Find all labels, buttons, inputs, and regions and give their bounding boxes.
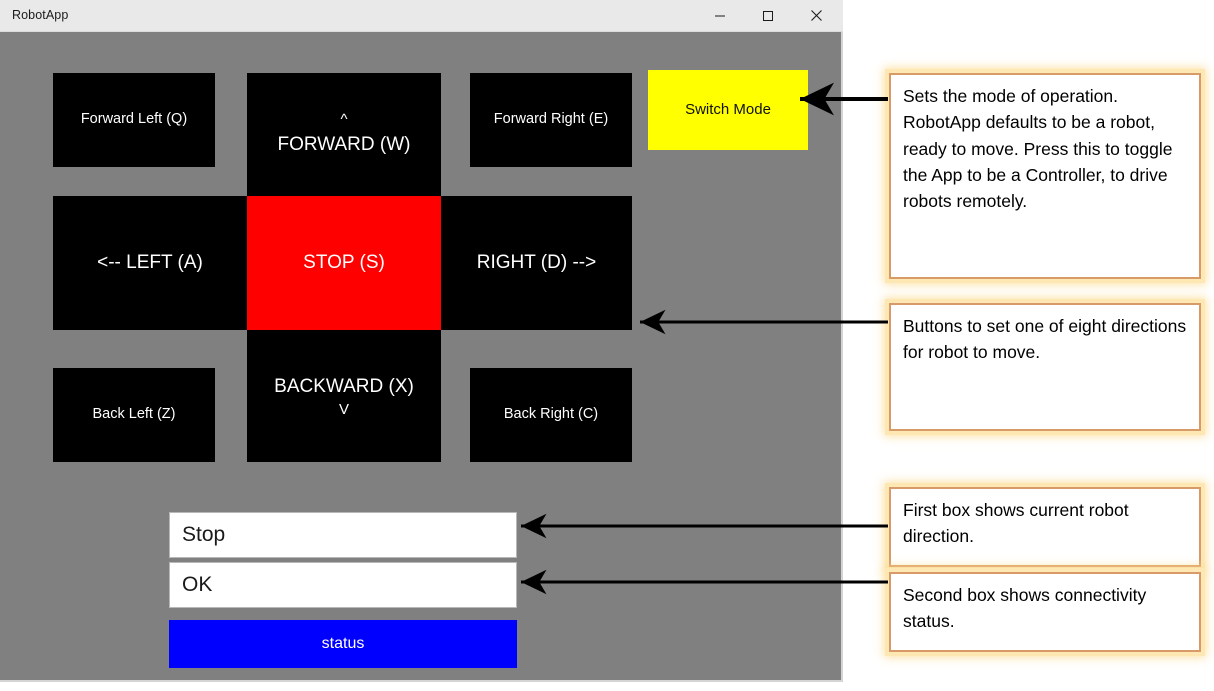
stop-label: STOP (S): [303, 252, 385, 274]
back-left-button[interactable]: Back Left (Z): [53, 368, 215, 462]
up-caret-icon: ^: [340, 111, 348, 129]
down-caret-icon: V: [338, 401, 349, 419]
maximize-button[interactable]: [745, 0, 791, 31]
stop-button[interactable]: STOP (S): [247, 196, 441, 330]
callout-directions: Buttons to set one of eight directions f…: [889, 303, 1201, 431]
callout-directions-text: Buttons to set one of eight directions f…: [903, 316, 1187, 363]
direction-field[interactable]: Stop: [169, 512, 517, 558]
connection-value: OK: [182, 573, 213, 596]
callout-second-box-text: Second box shows connectivity status.: [903, 585, 1147, 632]
left-label: <-- LEFT (A): [97, 252, 203, 274]
connection-field[interactable]: OK: [169, 562, 517, 608]
switch-mode-label: Switch Mode: [685, 100, 771, 118]
window-title: RobotApp: [12, 8, 69, 22]
left-button[interactable]: <-- LEFT (A): [53, 196, 247, 330]
title-bar: RobotApp: [0, 0, 843, 32]
direction-value: Stop: [182, 523, 226, 546]
status-button[interactable]: status: [169, 620, 517, 668]
forward-label: FORWARD (W): [277, 134, 411, 156]
close-button[interactable]: [793, 0, 839, 31]
forward-left-label: Forward Left (Q): [80, 111, 188, 128]
forward-left-button[interactable]: Forward Left (Q): [53, 73, 215, 167]
right-button[interactable]: RIGHT (D) -->: [441, 196, 632, 330]
backward-button[interactable]: BACKWARD (X) V: [247, 330, 441, 462]
close-icon: [810, 9, 823, 22]
maximize-icon: [762, 10, 774, 22]
minimize-button[interactable]: [697, 0, 743, 31]
back-right-label: Back Right (C): [503, 406, 599, 423]
right-label: RIGHT (D) -->: [476, 252, 597, 274]
forward-button[interactable]: ^ FORWARD (W): [247, 73, 441, 196]
callout-first-box-text: First box shows current robot direction.: [903, 500, 1129, 547]
callout-switch-mode: Sets the mode of operation. RobotApp def…: [889, 73, 1201, 279]
backward-label: BACKWARD (X): [274, 375, 414, 397]
callout-second-box: Second box shows connectivity status.: [889, 572, 1201, 652]
back-left-label: Back Left (Z): [92, 406, 176, 423]
callout-first-box: First box shows current robot direction.: [889, 487, 1201, 567]
status-button-label: status: [321, 635, 365, 652]
robot-app-window: RobotApp Forward Left (Q) ^ FORWARD (W) …: [0, 0, 843, 682]
callout-switch-mode-text: Sets the mode of operation. RobotApp def…: [903, 86, 1173, 211]
forward-right-label: Forward Right (E): [493, 111, 609, 128]
forward-right-button[interactable]: Forward Right (E): [470, 73, 632, 167]
switch-mode-button[interactable]: Switch Mode: [648, 70, 808, 150]
back-right-button[interactable]: Back Right (C): [470, 368, 632, 462]
minimize-icon: [714, 10, 726, 22]
